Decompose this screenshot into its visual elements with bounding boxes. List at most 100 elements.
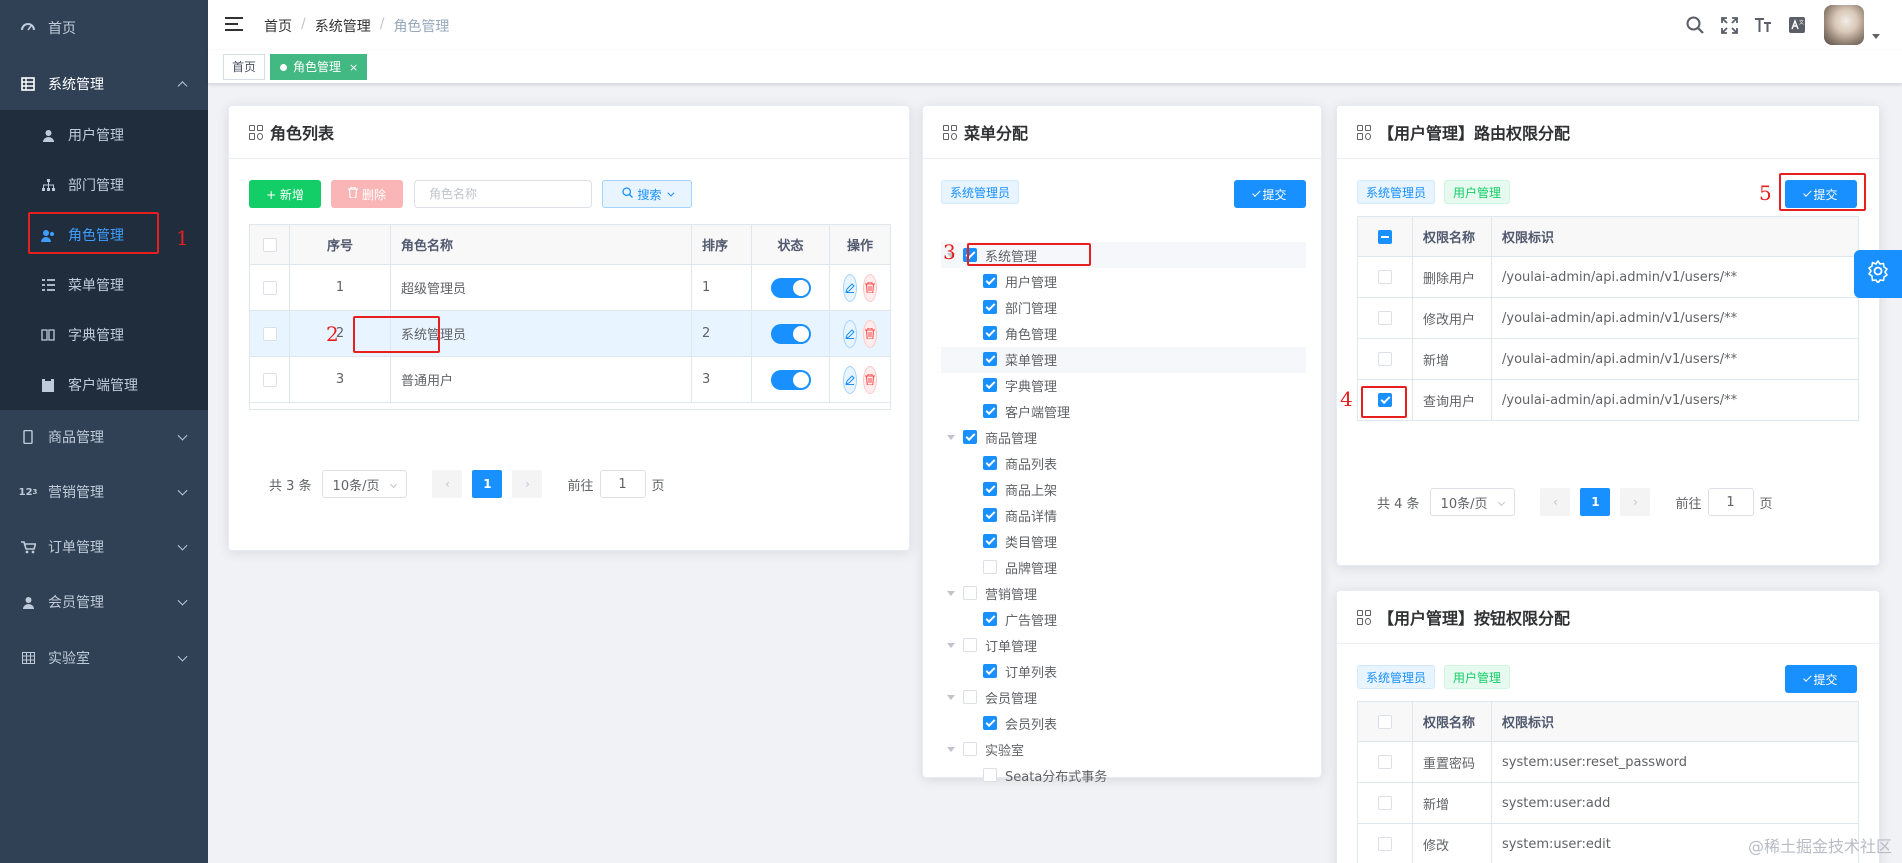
tree-node[interactable]: 会员列表 <box>983 710 1057 736</box>
row-checkbox[interactable] <box>1378 270 1392 284</box>
sidebar-item-members[interactable]: 会员管理 <box>0 577 208 627</box>
sidebar-item-departments[interactable]: 部门管理 <box>0 160 208 210</box>
row-checkbox[interactable] <box>1378 352 1392 366</box>
tree-checkbox[interactable] <box>983 404 997 418</box>
tree-node[interactable]: 商品上架 <box>983 476 1057 502</box>
tree-checkbox[interactable] <box>983 274 997 288</box>
tree-checkbox[interactable] <box>983 612 997 626</box>
caret-down-icon[interactable] <box>947 434 955 440</box>
settings-button[interactable] <box>1854 250 1902 298</box>
prev-page-button[interactable]: ‹ <box>432 470 463 498</box>
sidebar-item-lab[interactable]: 实验室 <box>0 633 208 683</box>
table-row[interactable]: 3 普通用户 3 <box>250 357 890 403</box>
hamburger-icon[interactable] <box>225 17 243 33</box>
status-toggle[interactable] <box>770 369 811 390</box>
close-icon[interactable]: × <box>349 61 358 74</box>
row-checkbox[interactable] <box>262 326 277 341</box>
row-checkbox[interactable] <box>1378 755 1392 769</box>
tree-checkbox[interactable] <box>963 430 977 444</box>
status-toggle[interactable] <box>770 277 811 298</box>
tree-node[interactable]: 会员管理 <box>947 684 1037 710</box>
font-size-icon[interactable] <box>1746 0 1780 50</box>
delete-button[interactable]: 删除 <box>331 180 403 208</box>
edit-button[interactable] <box>843 365 857 394</box>
table-row[interactable]: 1 超级管理员 1 <box>250 265 890 311</box>
tree-checkbox[interactable] <box>983 482 997 496</box>
edit-button[interactable] <box>843 319 857 348</box>
search-icon[interactable] <box>1678 0 1712 50</box>
delete-row-button[interactable] <box>863 319 877 348</box>
tree-checkbox[interactable] <box>983 508 997 522</box>
add-button[interactable]: + 新增 <box>249 180 321 208</box>
tree-checkbox[interactable] <box>983 326 997 340</box>
select-all-checkbox[interactable] <box>1378 229 1392 244</box>
sidebar-item-users[interactable]: 用户管理 <box>0 110 208 160</box>
row-checkbox[interactable] <box>1378 796 1392 810</box>
edit-button[interactable] <box>843 273 857 302</box>
tree-node[interactable]: 订单管理 <box>947 632 1037 658</box>
breadcrumb-system[interactable]: 系统管理 <box>315 16 371 36</box>
tree-node[interactable]: Seata分布式事务 <box>983 762 1107 788</box>
table-row[interactable]: 查询用户/youlai-admin/api.admin/v1/users/** <box>1358 380 1858 421</box>
caret-down-icon[interactable] <box>947 590 955 596</box>
tree-checkbox[interactable] <box>983 378 997 392</box>
goto-page-input[interactable]: 1 <box>1707 488 1754 516</box>
caret-down-icon[interactable] <box>1872 33 1880 39</box>
table-row[interactable]: 修改用户/youlai-admin/api.admin/v1/users/** <box>1358 298 1858 339</box>
table-row[interactable]: 删除用户/youlai-admin/api.admin/v1/users/** <box>1358 257 1858 298</box>
button-submit-button[interactable]: 提交 <box>1785 665 1857 693</box>
delete-row-button[interactable] <box>863 365 877 394</box>
tree-node[interactable]: 用户管理 <box>983 268 1057 294</box>
tree-checkbox[interactable] <box>963 638 977 652</box>
tag-home[interactable]: 首页 <box>223 54 266 80</box>
sidebar-item-dictionary[interactable]: 字典管理 <box>0 310 208 360</box>
avatar[interactable] <box>1824 5 1864 45</box>
sidebar-item-home[interactable]: 首页 <box>0 3 208 53</box>
delete-row-button[interactable] <box>863 273 877 302</box>
sidebar-item-marketing[interactable]: 12 3 营销管理 <box>0 467 208 517</box>
tree-node[interactable]: 角色管理 <box>983 320 1057 346</box>
status-toggle[interactable] <box>770 323 811 344</box>
tree-checkbox[interactable] <box>983 768 997 782</box>
select-all-checkbox[interactable] <box>1378 714 1392 729</box>
caret-down-icon[interactable] <box>947 642 955 648</box>
caret-down-icon[interactable] <box>947 694 955 700</box>
caret-down-icon[interactable] <box>947 746 955 752</box>
tree-checkbox[interactable] <box>983 716 997 730</box>
table-row[interactable]: 2 系统管理员 2 <box>250 311 890 357</box>
tree-checkbox[interactable] <box>983 352 997 366</box>
tree-node[interactable]: 实验室 <box>947 736 1024 762</box>
sidebar-item-system[interactable]: 系统管理 <box>0 59 208 109</box>
row-checkbox[interactable] <box>262 280 277 295</box>
tree-checkbox[interactable] <box>983 560 997 574</box>
row-checkbox[interactable] <box>1378 311 1392 325</box>
tree-checkbox[interactable] <box>963 742 977 756</box>
tree-node[interactable]: 商品管理 <box>947 424 1037 450</box>
table-row[interactable]: 新增/youlai-admin/api.admin/v1/users/** <box>1358 339 1858 380</box>
tree-node[interactable]: 菜单管理 <box>983 346 1057 372</box>
tree-checkbox[interactable] <box>983 664 997 678</box>
tree-node[interactable]: 订单列表 <box>983 658 1057 684</box>
table-row[interactable]: 重置密码 system:user:reset_password <box>1358 742 1858 783</box>
tree-checkbox[interactable] <box>963 690 977 704</box>
tree-node[interactable]: 广告管理 <box>983 606 1057 632</box>
tag-roles[interactable]: 角色管理 × <box>270 54 368 80</box>
next-page-button[interactable]: › <box>1620 488 1651 516</box>
tree-node[interactable]: 品牌管理 <box>983 554 1057 580</box>
tree-node[interactable]: 部门管理 <box>983 294 1057 320</box>
menu-submit-button[interactable]: 提交 <box>1234 180 1306 208</box>
row-checkbox[interactable] <box>262 372 277 387</box>
tree-node[interactable]: 商品列表 <box>983 450 1057 476</box>
sidebar-item-orders[interactable]: 订单管理 <box>0 522 208 572</box>
tree-node[interactable]: 客户端管理 <box>983 398 1070 424</box>
page-number[interactable]: 1 <box>472 470 503 498</box>
goto-page-input[interactable]: 1 <box>599 470 646 498</box>
sidebar-item-products[interactable]: 商品管理 <box>0 412 208 462</box>
table-row[interactable]: 新增 system:user:add <box>1358 783 1858 824</box>
select-all-checkbox[interactable] <box>262 237 277 252</box>
fullscreen-icon[interactable] <box>1712 0 1746 50</box>
page-size-select[interactable]: 10条/页 <box>321 470 408 498</box>
tree-node[interactable]: 商品详情 <box>983 502 1057 528</box>
language-icon[interactable]: 文 <box>1780 0 1814 50</box>
sidebar-item-clients[interactable]: 客户端管理 <box>0 360 208 410</box>
